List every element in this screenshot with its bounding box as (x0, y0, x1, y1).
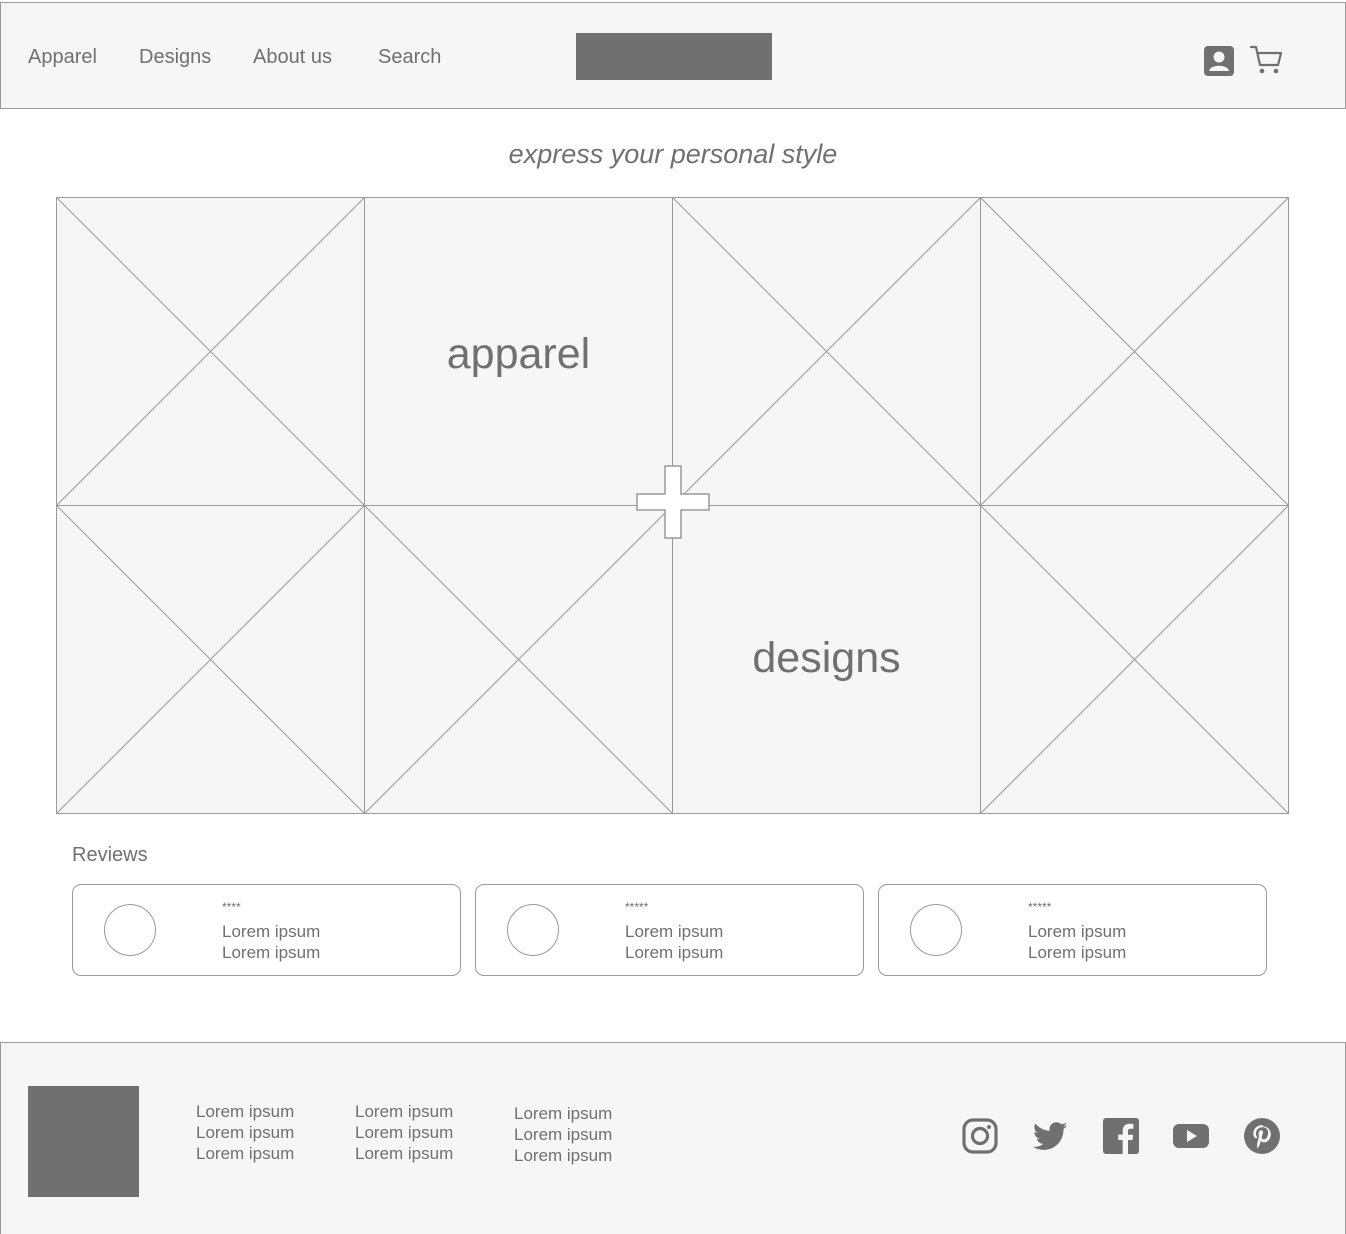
site-footer: Lorem ipsum Lorem ipsum Lorem ipsum Lore… (0, 1042, 1346, 1234)
footer-link[interactable]: Lorem ipsum (514, 1145, 612, 1166)
nav-apparel[interactable]: Apparel (28, 46, 97, 69)
facebook-icon[interactable] (1102, 1117, 1140, 1155)
review-text: Lorem ipsum (222, 922, 321, 941)
page-tagline: express your personal style (508, 139, 838, 169)
footer-link[interactable]: Lorem ipsum (355, 1143, 453, 1164)
footer-link[interactable]: Lorem ipsum (514, 1124, 612, 1145)
footer-link[interactable]: Lorem ipsum (196, 1101, 294, 1122)
avatar (507, 904, 559, 956)
image-placeholder[interactable] (56, 197, 365, 506)
review-rating: ***** (625, 900, 649, 914)
designs-label[interactable]: designs (673, 634, 980, 683)
review-text: Lorem ipsum (625, 922, 724, 941)
footer-links-column: Lorem ipsum Lorem ipsum Lorem ipsum (196, 1101, 294, 1164)
nav-about-us[interactable]: About us (253, 46, 332, 69)
footer-link[interactable]: Lorem ipsum (196, 1122, 294, 1143)
apparel-label[interactable]: apparel (365, 330, 672, 379)
twitter-icon[interactable] (1031, 1117, 1069, 1155)
footer-link[interactable]: Lorem ipsum (355, 1122, 453, 1143)
review-rating: **** (222, 900, 241, 914)
header-logo-placeholder[interactable] (576, 33, 772, 80)
crosshair-cursor-icon (636, 465, 710, 539)
avatar (910, 904, 962, 956)
avatar (104, 904, 156, 956)
cart-icon[interactable] (1249, 43, 1283, 77)
youtube-icon[interactable] (1172, 1117, 1210, 1155)
footer-link[interactable]: Lorem ipsum (355, 1101, 453, 1122)
image-placeholder[interactable] (980, 197, 1289, 506)
image-placeholder[interactable] (56, 505, 365, 814)
footer-links-column: Lorem ipsum Lorem ipsum Lorem ipsum (514, 1103, 612, 1166)
designs-tile[interactable]: designs (672, 505, 981, 814)
review-text: Lorem ipsum (1028, 943, 1127, 962)
pinterest-icon[interactable] (1243, 1117, 1281, 1155)
footer-logo-placeholder[interactable] (28, 1086, 139, 1197)
review-card[interactable]: **** Lorem ipsum Lorem ipsum (72, 884, 461, 976)
image-placeholder[interactable] (364, 505, 673, 814)
review-card[interactable]: ***** Lorem ipsum Lorem ipsum (475, 884, 864, 976)
instagram-icon[interactable] (961, 1117, 999, 1155)
review-text: Lorem ipsum (222, 943, 321, 962)
image-placeholder[interactable] (980, 505, 1289, 814)
review-text: Lorem ipsum (625, 943, 724, 962)
account-icon[interactable] (1203, 45, 1235, 77)
review-text: Lorem ipsum (1028, 922, 1127, 941)
nav-search[interactable]: Search (378, 46, 441, 69)
review-card[interactable]: ***** Lorem ipsum Lorem ipsum (878, 884, 1267, 976)
image-placeholder[interactable] (672, 197, 981, 506)
apparel-tile[interactable]: apparel (364, 197, 673, 506)
footer-link[interactable]: Lorem ipsum (514, 1103, 612, 1124)
reviews-heading: Reviews (72, 844, 148, 866)
review-rating: ***** (1028, 900, 1052, 914)
footer-link[interactable]: Lorem ipsum (196, 1143, 294, 1164)
site-header: Apparel Designs About us Search (0, 2, 1346, 109)
nav-designs[interactable]: Designs (139, 46, 211, 69)
footer-links-column: Lorem ipsum Lorem ipsum Lorem ipsum (355, 1101, 453, 1164)
